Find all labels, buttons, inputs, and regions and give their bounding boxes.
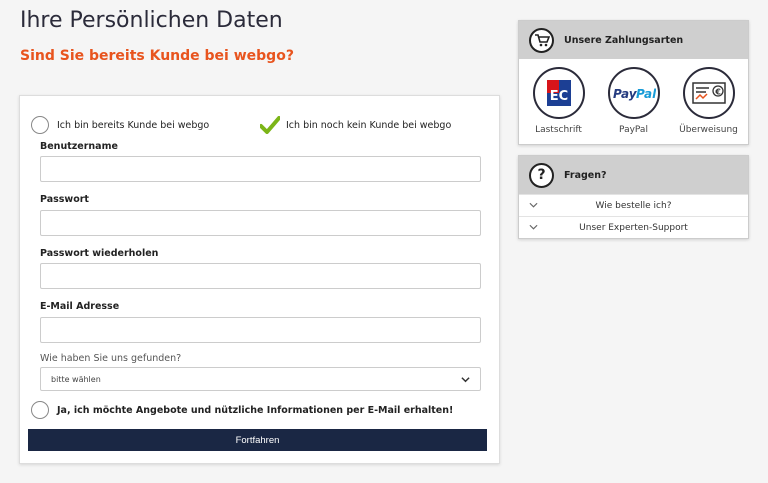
page-subtitle: Sind Sie bereits Kunde bei webgo? <box>20 48 294 64</box>
bank-transfer-icon: € <box>682 67 735 119</box>
registration-form: Ich bin bereits Kunde bei webgo Ich bin … <box>19 95 500 464</box>
payment-methods-box: Unsere Zahlungsarten EC Lastschrift Pay … <box>518 20 749 145</box>
referral-label: Wie haben Sie uns gefunden? <box>40 353 182 364</box>
faq-box: ? Fragen? Wie bestelle ich? Unser Expert… <box>518 155 749 239</box>
faq-item-expert-support[interactable]: Unser Experten-Support <box>519 216 748 238</box>
checkmark-icon[interactable] <box>260 116 280 134</box>
faq-item-label: Unser Experten-Support <box>579 222 688 233</box>
payment-method-lastschrift: EC Lastschrift <box>523 67 595 135</box>
page-title: Ihre Persönlichen Daten <box>20 8 283 33</box>
paypal-icon: Pay Pal <box>607 67 660 119</box>
newsletter-radio[interactable] <box>31 401 49 419</box>
email-label: E-Mail Adresse <box>40 301 120 312</box>
existing-customer-radio[interactable] <box>31 116 49 134</box>
svg-text:Pal: Pal <box>636 87 656 101</box>
payment-method-label: Überweisung <box>679 125 738 135</box>
faq-title: Fragen? <box>564 169 607 181</box>
payment-methods-header: Unsere Zahlungsarten <box>519 21 748 59</box>
referral-select[interactable]: bitte wählen <box>40 367 481 391</box>
payment-method-label: Lastschrift <box>535 125 582 135</box>
faq-header: ? Fragen? <box>519 156 748 194</box>
newsletter-label: Ja, ich möchte Angebote und nützliche In… <box>57 404 454 416</box>
svg-text:EC: EC <box>549 89 567 104</box>
svg-text:€: € <box>714 88 721 97</box>
payment-method-ueberweisung: € Überweisung <box>673 67 745 135</box>
existing-customer-option[interactable]: Ich bin bereits Kunde bei webgo <box>31 116 209 134</box>
svg-text:Pay: Pay <box>613 87 638 101</box>
new-customer-option[interactable]: Ich bin noch kein Kunde bei webgo <box>260 116 451 134</box>
payment-methods-title: Unsere Zahlungsarten <box>564 34 684 46</box>
submit-button[interactable]: Fortfahren <box>28 429 487 451</box>
ec-card-icon: EC <box>532 67 585 119</box>
chevron-down-icon <box>461 376 470 382</box>
password-input[interactable] <box>40 210 481 236</box>
newsletter-option[interactable]: Ja, ich möchte Angebote und nützliche In… <box>31 401 453 419</box>
password-label: Passwort <box>40 194 89 205</box>
faq-item-label: Wie bestelle ich? <box>595 200 672 211</box>
password-repeat-input[interactable] <box>40 263 481 289</box>
shopping-cart-icon <box>529 27 554 53</box>
payment-method-paypal: Pay Pal PayPal <box>598 67 670 135</box>
faq-item-how-to-order[interactable]: Wie bestelle ich? <box>519 194 748 216</box>
chevron-down-icon <box>529 202 538 208</box>
referral-select-value: bitte wählen <box>51 374 101 384</box>
existing-customer-label: Ich bin bereits Kunde bei webgo <box>57 119 210 131</box>
email-input[interactable] <box>40 317 481 343</box>
chevron-down-icon <box>529 224 538 230</box>
question-icon: ? <box>529 162 554 188</box>
password-repeat-label: Passwort wiederholen <box>40 248 159 259</box>
new-customer-label: Ich bin noch kein Kunde bei webgo <box>286 119 452 131</box>
username-input[interactable] <box>40 156 481 182</box>
payment-method-label: PayPal <box>619 125 648 135</box>
username-label: Benutzername <box>40 141 118 152</box>
